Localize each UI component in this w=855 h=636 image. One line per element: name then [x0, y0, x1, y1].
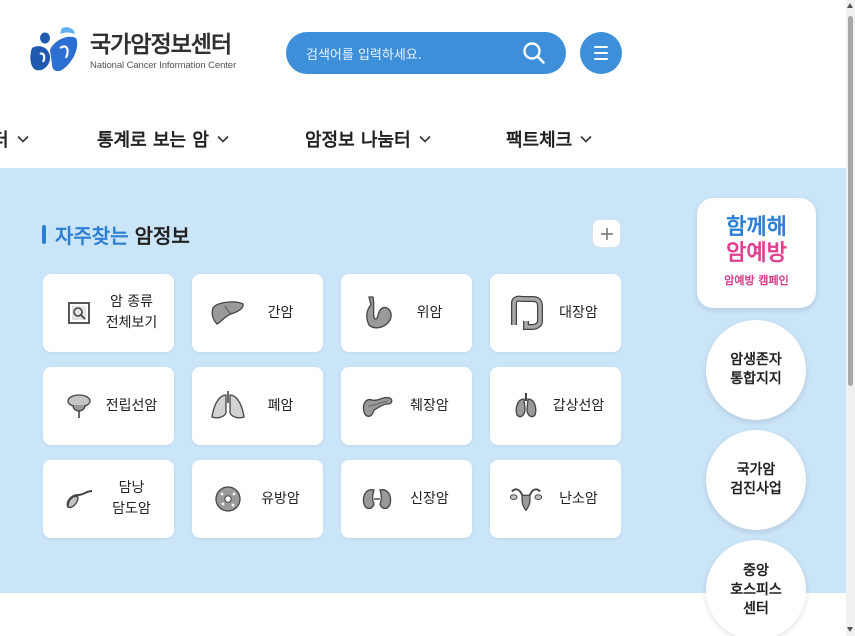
card-label: 위암	[416, 304, 443, 321]
campaign-caption: 암예방 캠페인	[724, 274, 789, 287]
national-cancer-screening-link[interactable]: 국가암 검진사업	[706, 430, 806, 530]
card-colorectal-cancer[interactable]: 대장암	[490, 274, 621, 352]
card-label: 신장암	[410, 490, 449, 507]
card-label: 폐암	[267, 397, 294, 414]
campaign-line2: 암예방	[726, 241, 787, 266]
search-bar[interactable]: 검색어를 입력하세요.	[286, 32, 566, 74]
scroll-up-arrow-icon[interactable]	[847, 3, 853, 8]
nav-item-factcheck[interactable]: 팩트체크	[506, 126, 592, 152]
title-accent-bar	[42, 225, 46, 244]
card-stomach-cancer[interactable]: 위암	[341, 274, 472, 352]
link-label: 암생존자 통합지지	[730, 352, 782, 387]
chevron-down-icon	[580, 135, 592, 143]
page: 국가암정보센터 National Cancer Information Cent…	[0, 0, 855, 636]
card-prostate-cancer[interactable]: 전립선암	[43, 367, 174, 445]
scrollbar-thumb[interactable]	[848, 16, 853, 386]
card-pancreatic-cancer[interactable]: 췌장암	[341, 367, 472, 445]
stomach-icon	[359, 295, 395, 331]
campaign-logo-icon: 함께해 암예방	[726, 215, 787, 266]
search-input[interactable]: 검색어를 입력하세요.	[306, 44, 422, 63]
breast-icon	[210, 481, 246, 517]
gallbladder-icon	[61, 481, 97, 517]
nav-item-label: 암정보 나눔터	[305, 130, 411, 151]
card-lung-cancer[interactable]: 폐암	[192, 367, 323, 445]
logo-title: 국가암정보센터	[90, 31, 232, 58]
hamburger-menu-button[interactable]	[580, 32, 622, 74]
logo-subtitle: National Cancer Information Center	[90, 59, 237, 71]
card-thyroid-cancer[interactable]: 갑상선암	[490, 367, 621, 445]
cancer-survivor-support-link[interactable]: 암생존자 통합지지	[706, 320, 806, 420]
card-label: 갑상선암	[552, 397, 605, 414]
page-scrollbar[interactable]	[846, 0, 855, 636]
chevron-down-icon	[217, 135, 229, 143]
card-label: 유방암	[261, 490, 300, 507]
colon-icon	[508, 295, 544, 331]
plus-icon	[600, 227, 613, 240]
card-kidney-cancer[interactable]: 신장암	[341, 460, 472, 538]
pancreas-icon	[359, 388, 395, 424]
kidney-icon	[359, 481, 395, 517]
chevron-down-icon	[16, 135, 29, 143]
cancer-prevention-campaign-banner[interactable]: 함께해 암예방 암예방 캠페인	[697, 198, 816, 308]
campaign-line1: 함께해	[726, 215, 787, 240]
lungs-icon	[210, 388, 246, 424]
nav-item-label: 터	[0, 130, 9, 151]
liver-icon	[210, 295, 246, 331]
thyroid-icon	[508, 388, 544, 424]
card-label: 대장암	[559, 304, 598, 321]
card-label: 전립선암	[105, 397, 158, 414]
nav-item-label: 통계로 보는 암	[97, 130, 209, 151]
scroll-down-arrow-icon[interactable]	[847, 627, 853, 632]
hamburger-menu-icon	[594, 46, 608, 48]
card-gallbladder-cancer[interactable]: 담낭 담도암	[43, 460, 174, 538]
title-rest: 암정보	[134, 224, 190, 248]
ncic-logo-icon	[30, 27, 78, 72]
card-label: 담낭 담도암	[112, 480, 151, 517]
card-breast-cancer[interactable]: 유방암	[192, 460, 323, 538]
card-label: 간암	[267, 304, 294, 321]
nav-item-cut-off[interactable]: 터	[0, 126, 29, 152]
link-label: 중앙 호스피스 센터	[730, 562, 782, 617]
ovary-icon	[508, 481, 544, 517]
site-logo[interactable]: 국가암정보센터 National Cancer Information Cent…	[28, 26, 236, 76]
chevron-down-icon	[419, 135, 431, 143]
nav-item-label: 팩트체크	[506, 130, 573, 151]
search-document-icon	[61, 295, 97, 331]
section-title: 자주찾는 암정보	[42, 220, 190, 249]
prostate-icon	[61, 388, 97, 424]
link-label: 국가암 검진사업	[730, 462, 782, 497]
card-label: 난소암	[559, 490, 598, 507]
card-ovarian-cancer[interactable]: 난소암	[490, 460, 621, 538]
nav-item-statistics[interactable]: 통계로 보는 암	[97, 126, 229, 152]
more-button[interactable]	[592, 219, 621, 248]
card-all-cancer-types[interactable]: 암 종류 전체보기	[43, 274, 174, 352]
card-label: 췌장암	[410, 397, 449, 414]
title-highlight: 자주찾는	[55, 224, 129, 248]
nav-item-info-sharing[interactable]: 암정보 나눔터	[305, 126, 431, 152]
card-label: 암 종류 전체보기	[105, 294, 158, 331]
card-liver-cancer[interactable]: 간암	[192, 274, 323, 352]
central-hospice-center-link[interactable]: 중앙 호스피스 센터	[706, 540, 806, 636]
search-icon[interactable]	[522, 41, 546, 69]
